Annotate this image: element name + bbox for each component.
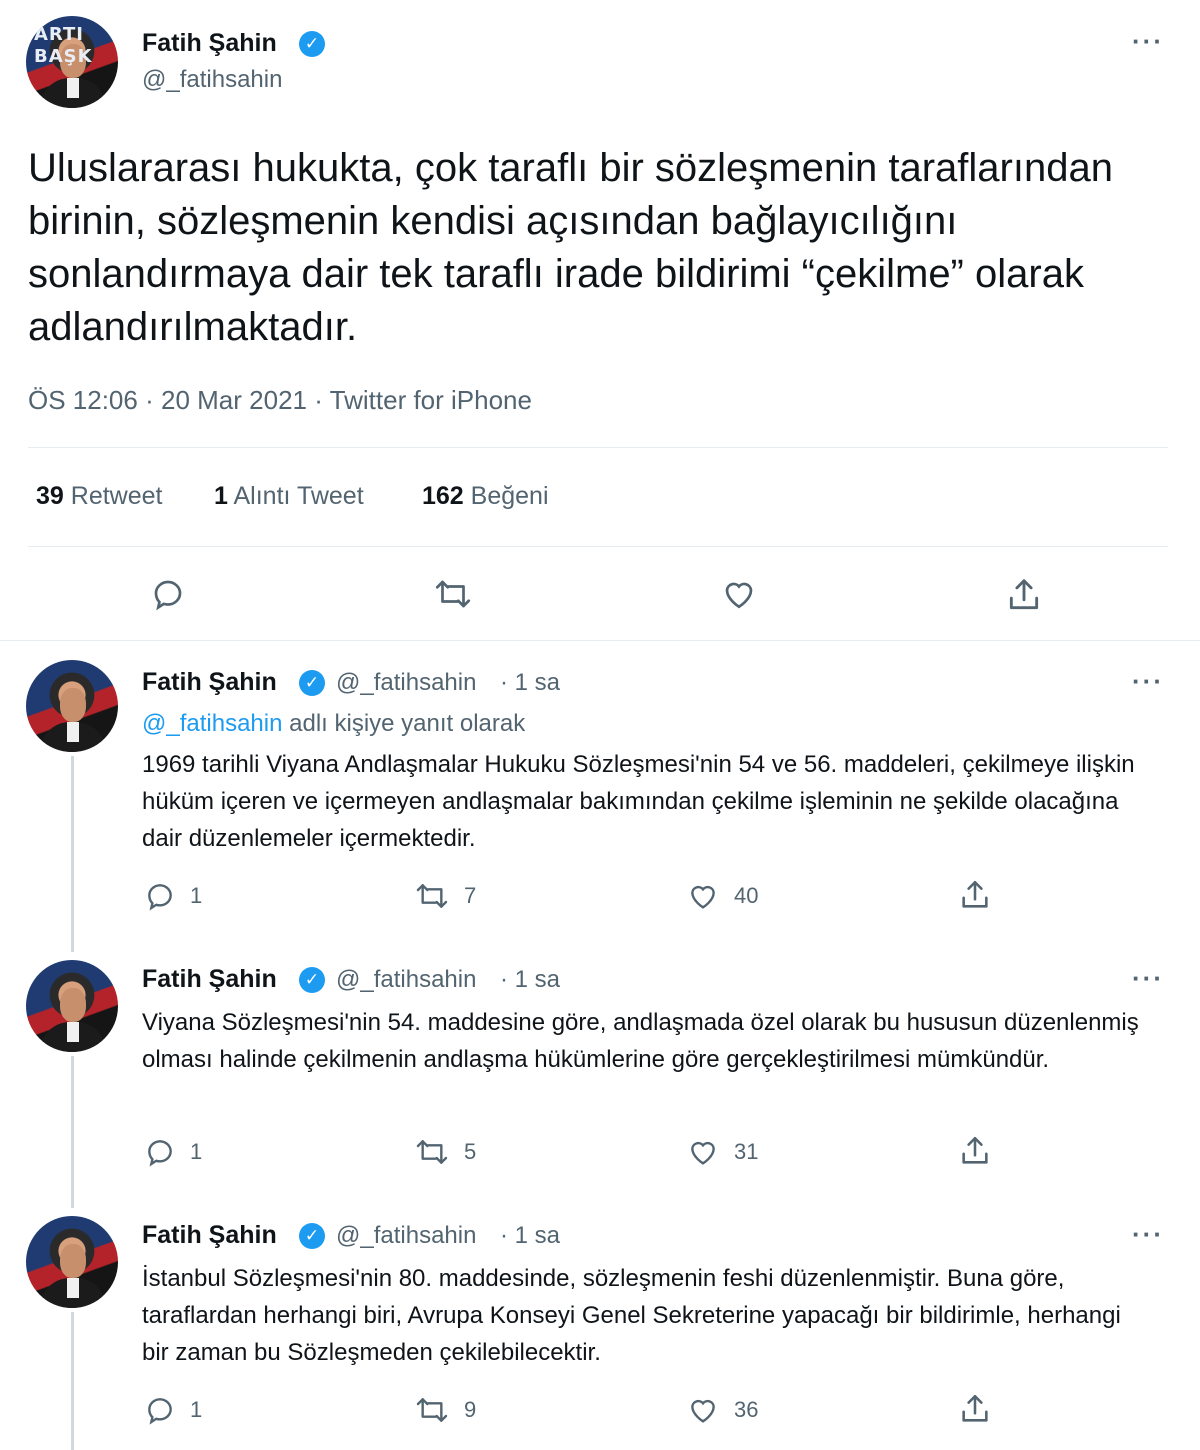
retweet-stat[interactable]: 39 Retweet — [36, 482, 162, 511]
more-dots-icon[interactable]: ··· — [1132, 963, 1164, 994]
retweet-label: Retweet — [70, 482, 163, 510]
reply-bubble-icon — [148, 884, 172, 911]
verified-badge-icon: ✓ — [299, 967, 325, 993]
avatar[interactable] — [26, 660, 118, 752]
quote-stat[interactable]: 1 Alıntı Tweet — [214, 482, 364, 511]
author-handle[interactable]: @_fatihsahin — [336, 1222, 476, 1250]
retweet-icon — [416, 1140, 448, 1164]
quote-label: Alıntı Tweet — [233, 482, 364, 510]
heart-icon[interactable] — [720, 576, 758, 612]
tweet-time[interactable]: · 1 sa — [500, 669, 560, 697]
like-count: 40 — [734, 883, 759, 908]
meta-separator: · — [314, 385, 323, 415]
reply-to-suffix: adlı kişiye yanıt olarak — [289, 710, 526, 737]
retweet-action[interactable]: 9 — [414, 1394, 476, 1426]
reply-text: Viyana Sözleşmesi'nin 54. maddesine göre… — [142, 1009, 1139, 1073]
share-action[interactable] — [958, 878, 992, 912]
avatar-shirt — [67, 78, 79, 98]
retweet-count: 9 — [464, 1397, 477, 1422]
share-action[interactable] — [958, 1392, 992, 1426]
more-dots-icon[interactable]: ··· — [1132, 1219, 1164, 1250]
avatar[interactable] — [26, 1216, 118, 1308]
thread-line — [71, 1312, 74, 1450]
share-icon — [962, 1136, 988, 1164]
retweet-count: 5 — [464, 1139, 477, 1164]
reply-text: İstanbul Sözleşmesi'nin 80. maddesinde, … — [142, 1265, 1121, 1366]
tweet-time[interactable]: · 1 sa — [500, 1222, 560, 1250]
reply-count: 1 — [190, 1397, 203, 1422]
thread-line — [71, 1056, 74, 1208]
heart-icon — [691, 1399, 715, 1423]
reply-action[interactable]: 1 — [144, 1394, 202, 1426]
quote-count: 1 — [214, 482, 228, 510]
like-label: Beğeni — [470, 482, 549, 510]
reply-action[interactable]: 1 — [144, 880, 202, 912]
heart-icon — [691, 1141, 715, 1165]
reply-count: 1 — [190, 883, 203, 908]
share-icon[interactable] — [1005, 576, 1043, 614]
share-action[interactable] — [958, 1134, 992, 1168]
author-name[interactable]: Fatih Şahin — [142, 29, 277, 58]
like-action[interactable]: 31 — [686, 1136, 758, 1168]
reply-count: 1 — [190, 1139, 203, 1164]
tweet-text: Uluslararası hukukta, çok taraflı bir sö… — [28, 146, 1113, 349]
share-icon — [962, 880, 988, 908]
reply-bubble-icon[interactable] — [150, 576, 186, 612]
reply-action[interactable]: 1 — [144, 1136, 202, 1168]
author-handle[interactable]: @_fatihsahin — [336, 669, 476, 697]
avatar-shirt — [67, 722, 79, 742]
more-dots-icon[interactable]: ··· — [1132, 26, 1164, 57]
like-count: 162 — [422, 482, 464, 510]
share-icon — [962, 1394, 988, 1422]
like-count: 36 — [734, 1397, 759, 1422]
like-action[interactable]: 40 — [686, 880, 758, 912]
avatar-shirt — [67, 1278, 79, 1298]
tweet-meta: ÖS 12:06 · 20 Mar 2021 · Twitter for iPh… — [28, 385, 532, 416]
divider — [28, 447, 1168, 448]
like-stat[interactable]: 162 Beğeni — [422, 482, 549, 511]
tweet-source[interactable]: Twitter for iPhone — [330, 385, 532, 415]
tweet-time[interactable]: · 1 sa — [500, 966, 560, 994]
author-name[interactable]: Fatih Şahin — [142, 1221, 277, 1250]
divider — [28, 546, 1168, 547]
like-count: 31 — [734, 1139, 759, 1164]
retweet-action[interactable]: 7 — [414, 880, 476, 912]
avatar-logo-text: ARTI BAŞK — [34, 24, 93, 67]
more-dots-icon[interactable]: ··· — [1132, 666, 1164, 697]
heart-icon — [691, 885, 715, 909]
tweet-time[interactable]: ÖS 12:06 — [28, 385, 138, 415]
author-name[interactable]: Fatih Şahin — [142, 965, 277, 994]
retweet-action[interactable]: 5 — [414, 1136, 476, 1168]
avatar-shirt — [67, 1022, 79, 1042]
meta-separator: · — [145, 385, 154, 415]
verified-badge-icon: ✓ — [299, 1223, 325, 1249]
author-handle[interactable]: @_fatihsahin — [336, 966, 476, 994]
avatar[interactable]: ARTI BAŞK — [26, 16, 118, 108]
retweet-icon — [416, 884, 448, 908]
retweet-icon[interactable] — [433, 576, 473, 612]
retweet-icon — [416, 1398, 448, 1422]
tweet-date[interactable]: 20 Mar 2021 — [161, 385, 307, 415]
avatar-face — [60, 1244, 86, 1278]
retweet-count: 7 — [464, 883, 477, 908]
reply-to-context: @_fatihsahin adlı kişiye yanıt olarak — [142, 710, 525, 738]
reply-bubble-icon — [148, 1140, 172, 1167]
avatar[interactable] — [26, 960, 118, 1052]
like-action[interactable]: 36 — [686, 1394, 758, 1426]
verified-badge-icon: ✓ — [299, 670, 325, 696]
author-name[interactable]: Fatih Şahin — [142, 668, 277, 697]
author-handle[interactable]: @_fatihsahin — [142, 66, 282, 94]
reply-text: 1969 tarihli Viyana Andlaşmalar Hukuku S… — [142, 751, 1135, 852]
verified-badge-icon: ✓ — [299, 31, 325, 57]
reply-bubble-icon — [148, 1398, 172, 1425]
avatar-face — [60, 988, 86, 1022]
reply-to-mention[interactable]: @_fatihsahin — [142, 710, 282, 737]
retweet-count: 39 — [36, 482, 64, 510]
section-divider — [0, 640, 1200, 641]
thread-line — [71, 756, 74, 952]
avatar-face — [60, 688, 86, 722]
